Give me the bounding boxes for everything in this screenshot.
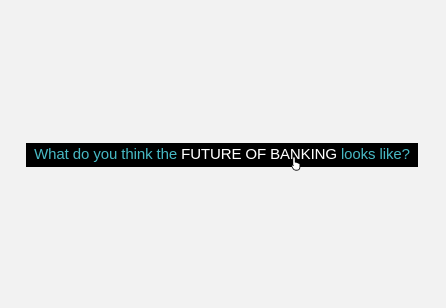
headline-banner: What do you think the FUTURE OF BANKING … <box>26 143 418 167</box>
headline-text-prefix: What do you think the <box>34 146 178 163</box>
hand-pointer-icon <box>291 156 301 171</box>
headline-text-suffix: looks like? <box>340 146 410 163</box>
headline-highlight: FUTURE OF BANKING <box>181 146 337 163</box>
